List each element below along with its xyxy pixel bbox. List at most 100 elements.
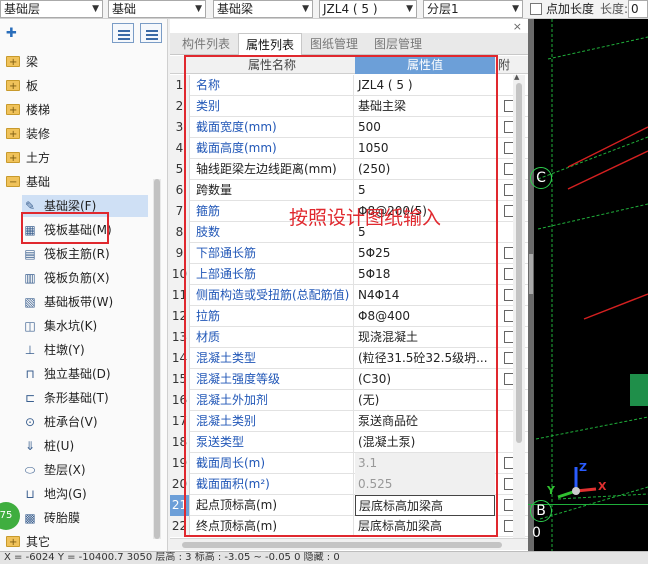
tree-scroll-thumb[interactable] (154, 179, 160, 539)
tree-item-label: 垫层(X) (44, 463, 86, 477)
category-select-value: 基础 (112, 2, 137, 16)
component-tree-panel: ✚ 梁板楼梯装修土方基础✎基础梁(F)▦筏板基础(M)▤筏板主筋(R)▥筏板负筋… (0, 19, 168, 554)
detail-view-button[interactable] (140, 23, 162, 43)
layer-select-value: 分层1 (427, 2, 459, 16)
tree-item[interactable]: ⇓ 桩(U) (22, 435, 148, 457)
tree-item[interactable]: 其它 (6, 531, 152, 554)
length-input[interactable]: 0 (628, 0, 648, 18)
tree-item[interactable]: ⊔ 地沟(G) (22, 483, 148, 505)
tree-item[interactable]: 板 (6, 75, 152, 98)
status-bar: X = -6024 Y = -10400.7 3050 层高 : 3 标高 : … (0, 551, 648, 564)
type-select-value: 基础梁 (217, 2, 254, 16)
type-select[interactable]: 基础梁 ▼ (213, 0, 313, 18)
folder-icon[interactable] (6, 100, 20, 122)
progress-badge[interactable]: 75 (0, 502, 20, 530)
header-attach: 附 (497, 58, 510, 72)
cushion-icon: ⬭ (24, 463, 36, 477)
pier-icon: ⊥ (24, 343, 36, 357)
tree-item[interactable]: ◫ 集水坑(K) (22, 315, 148, 337)
tab-drawing-management[interactable]: 图纸管理 (302, 33, 366, 55)
strip-footing-icon: ⊏ (24, 391, 36, 405)
category-select[interactable]: 基础 ▼ (108, 0, 206, 18)
chevron-down-icon: ▼ (195, 4, 202, 14)
tree-item[interactable]: ▧ 基础板带(W) (22, 291, 148, 313)
tree-item-label: 集水坑(K) (44, 319, 98, 333)
folder-open-icon[interactable] (6, 172, 20, 194)
tree-item-label: 基础梁(F) (44, 199, 97, 213)
chevron-down-icon: ▼ (512, 4, 519, 14)
beam-lines (567, 126, 648, 320)
list-view-button[interactable] (112, 23, 134, 43)
tree-item-label: 装修 (26, 127, 51, 141)
isolated-footing-icon: ⊓ (25, 367, 35, 381)
length-label: 长度: (600, 2, 629, 16)
tree-item[interactable]: ⊥ 柱墩(Y) (22, 339, 148, 361)
tree-item-label: 砖胎膜 (44, 511, 81, 525)
folder-icon[interactable] (6, 148, 20, 170)
chevron-down-icon: ▼ (406, 4, 413, 14)
scroll-up-icon[interactable]: ▲ (514, 73, 519, 81)
grid-hscroll-thumb[interactable] (182, 542, 502, 548)
footing-block (630, 374, 648, 406)
tab-layer-management[interactable]: 图层管理 (366, 33, 430, 55)
grid-scroll-thumb[interactable] (516, 83, 522, 443)
tree-scrollbar[interactable] (153, 179, 161, 539)
tree-item-label: 其它 (26, 535, 51, 549)
tree-item[interactable]: ⊓ 独立基础(D) (22, 363, 148, 385)
tree-item-label: 土方 (26, 151, 51, 165)
tab-property-list[interactable]: 属性列表 (238, 33, 302, 55)
tree-item[interactable]: ▩ 砖胎膜 (22, 507, 148, 529)
tree-item[interactable]: 土方 (6, 147, 152, 170)
tree-item[interactable]: 装修 (6, 123, 152, 146)
tab-component-list[interactable]: 构件列表 (174, 33, 238, 55)
axis-zero-label: 0 (532, 525, 541, 541)
trench-icon: ⊔ (25, 487, 35, 501)
brick-mold-icon: ▩ (24, 511, 36, 525)
tree-item[interactable]: ⊙ 桩承台(V) (22, 411, 148, 433)
y-axis-label: Y (547, 484, 555, 497)
tree-item[interactable]: 梁 (6, 51, 152, 74)
selection-highlight-frame (21, 212, 109, 244)
tree-item-label: 板 (26, 79, 39, 93)
add-length-checkbox[interactable] (530, 3, 542, 15)
drawing-viewport[interactable]: C B 0 Z X Y (528, 19, 648, 551)
tree-item[interactable]: 楼梯 (6, 99, 152, 122)
tree-item[interactable]: 基础 (6, 171, 152, 194)
sump-pit-icon: ◫ (24, 319, 36, 333)
tree-item-label: 柱墩(Y) (44, 343, 85, 357)
folder-icon[interactable] (6, 52, 20, 74)
member-select-value: JZL4 ( 5 ) (323, 2, 378, 16)
top-toolbar: 基础层 ▼ 基础 ▼ 基础梁 ▼ JZL4 ( 5 ) ▼ 分层1 ▼ 点加长度… (0, 0, 648, 19)
tree-item-label: 独立基础(D) (44, 367, 111, 381)
slab-strip-icon: ▧ (24, 295, 36, 309)
orientation-gizmo (557, 467, 597, 499)
folder-icon[interactable] (6, 532, 20, 554)
panel-tabs: 构件列表 属性列表 图纸管理 图层管理 (170, 33, 528, 55)
tree-item-label: 基础板带(W) (44, 295, 114, 309)
tree-item[interactable]: ▥ 筏板负筋(X) (22, 267, 148, 289)
tree-item[interactable]: ⊏ 条形基础(T) (22, 387, 148, 409)
chevron-down-icon: ▼ (302, 4, 309, 14)
annotation-text: 按照设计图纸输入 (289, 207, 442, 229)
tree-item[interactable]: ▤ 筏板主筋(R) (22, 243, 148, 265)
close-icon[interactable]: × (513, 20, 522, 33)
tree-item-label: 楼梯 (26, 103, 51, 117)
member-select[interactable]: JZL4 ( 5 ) ▼ (319, 0, 417, 18)
folder-icon[interactable] (6, 124, 20, 146)
grid-vertical-scrollbar[interactable]: ▲ ▼ (513, 73, 525, 547)
chevron-down-icon: ▼ (92, 4, 99, 14)
x-axis-label: X (598, 480, 607, 493)
tree-item[interactable]: ⬭ 垫层(X) (22, 459, 148, 481)
tree-item-label: 条形基础(T) (44, 391, 109, 405)
tree-item-label: 桩(U) (44, 439, 75, 453)
add-length-label: 点加长度 (546, 2, 595, 16)
add-length-option[interactable]: 点加长度 长度: (530, 0, 628, 18)
layer-select[interactable]: 分层1 ▼ (423, 0, 523, 18)
pile-cap-icon: ⊙ (24, 415, 36, 429)
tree-item-label: 筏板负筋(X) (44, 271, 110, 285)
tree-item-label: 梁 (26, 55, 39, 69)
new-component-icon[interactable]: ✚ (6, 26, 17, 41)
floor-select[interactable]: 基础层 ▼ (0, 0, 103, 18)
grid-horizontal-scrollbar[interactable] (170, 538, 528, 550)
folder-icon[interactable] (6, 76, 20, 98)
